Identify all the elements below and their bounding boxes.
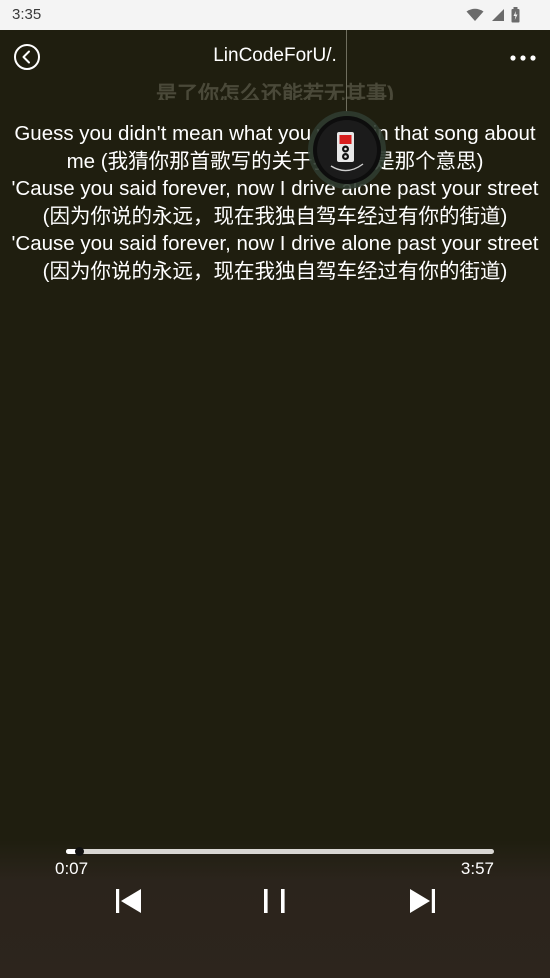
signal-icon: [492, 9, 504, 21]
pause-icon: [264, 889, 285, 913]
header: LinCodeForU/.: [0, 40, 550, 74]
current-time: 0:07: [55, 859, 89, 878]
progress-bar[interactable]: [66, 847, 494, 856]
skip-previous-icon: [116, 889, 141, 913]
status-time: 3:35: [12, 6, 42, 23]
album-disc[interactable]: [307, 110, 387, 190]
player-screen: LinCodeForU/. 是了你怎么还能若无其事) Guess you did…: [0, 30, 550, 978]
pause-button[interactable]: [259, 885, 291, 917]
lyric-line: Guess you didn't mean what you wrote in …: [14, 122, 536, 173]
lyric-previous-line: 是了你怎么还能若无其事): [156, 83, 394, 100]
skip-previous-button[interactable]: [113, 885, 145, 917]
total-time: 3:57: [460, 859, 494, 878]
battery-icon: [511, 7, 520, 23]
lyric-line: 'Cause you said forever, now I drive alo…: [11, 177, 539, 228]
screen: 3:35 LinCodeForU/. 是了你怎么还能若无其事) Guess yo…: [0, 0, 550, 978]
lyrics-panel[interactable]: Guess you didn't mean what you wrote in …: [6, 120, 544, 285]
wifi-icon: [466, 8, 484, 21]
progress-handle[interactable]: [74, 847, 84, 856]
more-button[interactable]: [509, 48, 537, 68]
skip-next-icon: [410, 889, 435, 913]
skip-next-button[interactable]: [406, 885, 438, 917]
status-bar: 3:35: [0, 0, 550, 30]
page-title: LinCodeForU/.: [213, 45, 337, 66]
status-icons: [466, 7, 520, 23]
lyric-line: 'Cause you said forever, now I drive alo…: [11, 232, 539, 283]
